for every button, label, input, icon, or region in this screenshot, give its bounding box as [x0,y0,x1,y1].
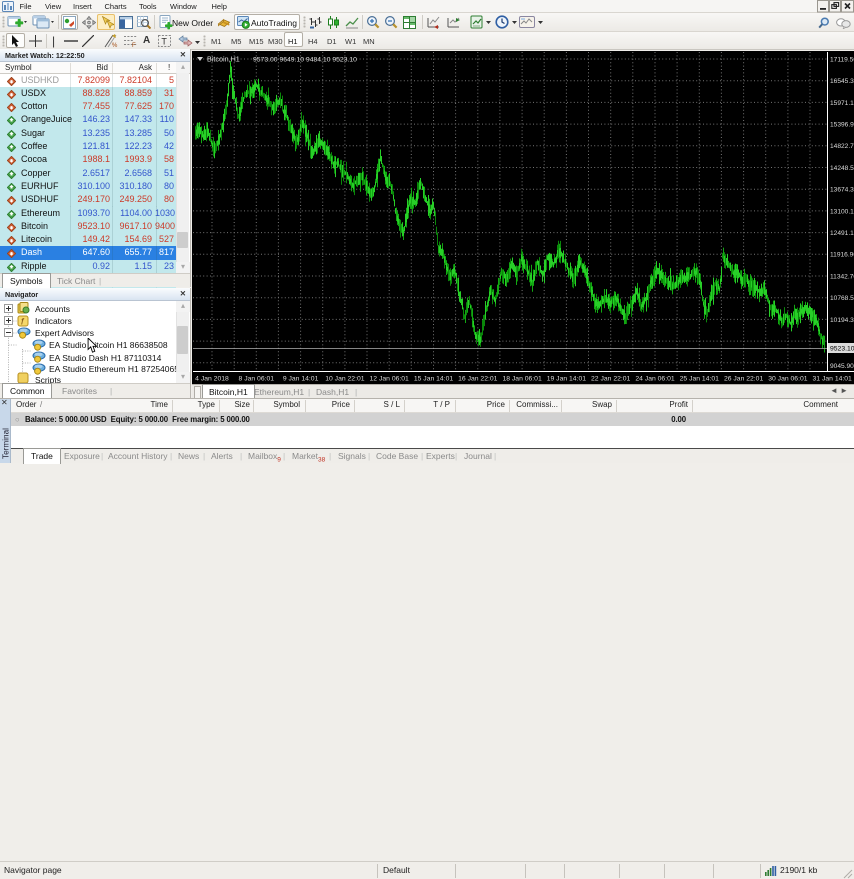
svg-text:31 Jan 14:01: 31 Jan 14:01 [813,376,853,383]
svg-text:25 Jan 14:01: 25 Jan 14:01 [680,376,720,383]
svg-text:9045.90: 9045.90 [830,363,854,370]
svg-text:9573.00 9649.10 9484.10 9523.1: 9573.00 9649.10 9484.10 9523.10 [253,57,357,64]
svg-text:10 Jan 22:01: 10 Jan 22:01 [325,376,365,383]
svg-text:18 Jan 06:01: 18 Jan 06:01 [502,376,542,383]
svg-text:19 Jan 14:01: 19 Jan 14:01 [547,376,587,383]
svg-text:9 Jan 14:01: 9 Jan 14:01 [283,376,319,383]
svg-text:30 Jan 06:01: 30 Jan 06:01 [768,376,808,383]
svg-text:12 Jan 06:01: 12 Jan 06:01 [370,376,410,383]
svg-text:4 Jan 2018: 4 Jan 2018 [195,376,229,383]
svg-text:14248.50: 14248.50 [830,165,854,172]
svg-text:Bitcoin,H1: Bitcoin,H1 [207,55,240,64]
svg-text:13100.10: 13100.10 [830,208,854,215]
svg-text:16545.30: 16545.30 [830,78,854,85]
svg-text:8 Jan 06:01: 8 Jan 06:01 [239,376,275,383]
svg-text:10768.50: 10768.50 [830,295,854,302]
svg-text:15971.10: 15971.10 [830,100,854,107]
svg-text:12491.10: 12491.10 [830,230,854,237]
svg-text:15 Jan 14:01: 15 Jan 14:01 [414,376,454,383]
svg-text:10194.30: 10194.30 [830,317,854,324]
svg-text:13674.30: 13674.30 [830,187,854,194]
svg-text:11916.90: 11916.90 [830,252,854,259]
svg-text:15396.90: 15396.90 [830,122,854,129]
svg-text:16 Jan 22:01: 16 Jan 22:01 [458,376,498,383]
svg-text:9523.10: 9523.10 [830,346,854,353]
svg-text:11342.70: 11342.70 [830,273,854,280]
svg-text:Terminal: Terminal [2,428,11,459]
svg-text:14822.70: 14822.70 [830,143,854,150]
svg-text:17119.50: 17119.50 [830,56,854,63]
svg-text:22 Jan 22:01: 22 Jan 22:01 [591,376,631,383]
svg-text:26 Jan 22:01: 26 Jan 22:01 [724,376,764,383]
svg-text:24 Jan 06:01: 24 Jan 06:01 [635,376,675,383]
